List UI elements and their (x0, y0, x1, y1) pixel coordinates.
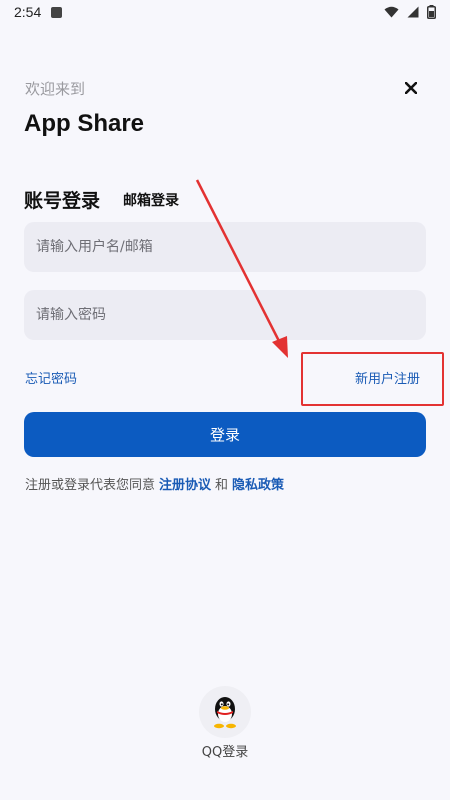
close-button[interactable] (400, 77, 422, 99)
status-icons (384, 5, 436, 19)
qq-penguin-icon (214, 697, 236, 729)
username-field-container (24, 222, 426, 272)
agreement-text: 注册或登录代表您同意 注册协议 和 隐私政策 (25, 474, 284, 493)
notification-icon (51, 6, 63, 18)
forgot-password-link[interactable]: 忘记密码 (25, 368, 77, 387)
qq-login-label: QQ登录 (201, 745, 249, 760)
welcome-text: 欢迎来到 (25, 80, 86, 98)
annotation-highlight-box (301, 352, 444, 406)
password-field-container (24, 290, 426, 340)
close-icon (405, 82, 417, 94)
app-title: App Share (24, 110, 145, 137)
privacy-link[interactable]: 隐私政策 (232, 474, 284, 493)
signal-icon (407, 6, 419, 18)
tab-email-login[interactable]: 邮箱登录 (123, 190, 179, 210)
status-bar: 2:54 (0, 0, 450, 24)
username-input[interactable] (36, 239, 426, 255)
tab-account-login[interactable]: 账号登录 (24, 186, 100, 213)
qq-login-button[interactable] (199, 686, 251, 738)
status-time: 2:54 (14, 4, 42, 20)
agreement-and: 和 (215, 478, 229, 493)
terms-link[interactable]: 注册协议 (159, 474, 211, 493)
agreement-prefix: 注册或登录代表您同意 (25, 478, 156, 493)
login-button[interactable]: 登录 (24, 412, 426, 457)
password-input[interactable] (36, 307, 426, 323)
battery-icon (427, 5, 436, 19)
wifi-icon (384, 6, 399, 18)
